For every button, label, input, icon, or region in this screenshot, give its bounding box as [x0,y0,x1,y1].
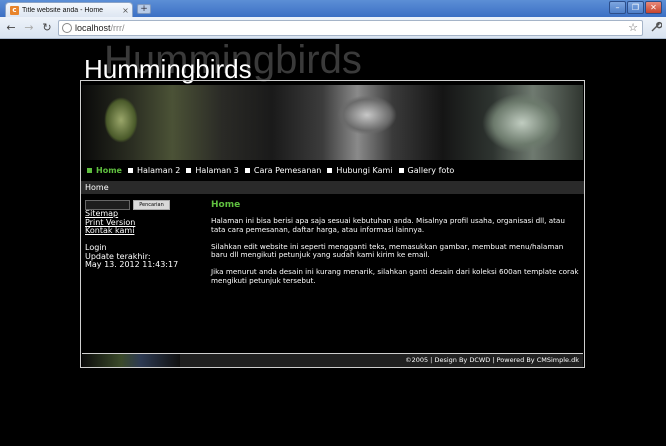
bullet-icon [186,168,192,173]
main-menu: Home Halaman 2 Halaman 3 Cara Pemesanan … [82,163,583,178]
url-path: /rrr/ [110,23,125,33]
content-paragraph: Halaman ini bisa berisi apa saja sesuai … [211,216,565,234]
menu-item-hubungi-kami[interactable]: Hubungi Kami [327,166,393,175]
bullet-icon [87,168,92,173]
menu-item-label: Halaman 3 [195,166,239,175]
maximize-button[interactable]: ❐ [627,1,644,14]
menu-item-halaman-2[interactable]: Halaman 2 [127,166,181,175]
breadcrumb-label: Home [85,183,109,192]
address-bar[interactable]: localhost/rrr/ ☆ [58,20,643,36]
minimize-button[interactable]: – [609,1,626,14]
globe-icon [62,23,72,33]
close-tab-icon[interactable]: × [121,6,130,15]
page-title: Home [211,200,241,210]
hummingbird-image-3 [482,93,562,153]
browser-toolbar: ← → ↻ localhost/rrr/ ☆ [0,17,666,39]
sidebar-links: Sitemap Print Version Kontak kami [85,209,135,236]
bookmark-star-icon[interactable]: ☆ [628,21,638,35]
hummingbird-image-2 [337,95,397,135]
menu-item-label: Cara Pemesanan [253,166,322,175]
menu-item-home[interactable]: Home [87,166,122,175]
breadcrumb: Home [81,181,584,194]
close-window-button[interactable]: ✕ [645,1,662,14]
menu-item-label: Halaman 2 [136,166,181,175]
reload-icon[interactable]: ↻ [40,21,54,35]
sidebar-info: Login Update terakhir: May 13. 2012 11:4… [85,243,179,270]
footer-flower-image [82,354,180,367]
browser-titlebar: c Title website anda - Home × + – ❐ ✕ [0,0,666,17]
bullet-icon [327,168,333,173]
favicon-icon: c [10,5,19,15]
bullet-icon [244,168,250,173]
menu-item-gallery-foto[interactable]: Gallery foto [398,166,455,175]
search-button[interactable]: Pencarian [133,200,170,210]
new-tab-button[interactable]: + [137,4,151,14]
forward-icon[interactable]: → [22,21,36,35]
last-update-date: May 13. 2012 11:43:17 [85,260,179,269]
kontak-kami-link[interactable]: Kontak kami [85,226,135,236]
back-icon[interactable]: ← [4,21,18,35]
menu-item-cara-pemesanan[interactable]: Cara Pemesanan [244,166,322,175]
menu-item-halaman-3[interactable]: Halaman 3 [186,166,239,175]
wrench-icon[interactable] [651,21,663,35]
menu-item-label: Home [96,166,122,175]
content-paragraph: Silahkan edit website ini seperti mengga… [211,241,564,260]
url-text: localhost/rrr/ [75,23,125,33]
url-host: localhost [75,23,111,33]
page-footer: ©2005 | Design By DCWD | Powered By CMSi… [82,353,583,367]
content-paragraph: Jika menurut anda desain ini kurang mena… [211,267,579,285]
bullet-icon [398,168,404,173]
browser-tab[interactable]: c Title website anda - Home × [5,2,133,17]
menu-item-label: Hubungi Kami [336,166,393,175]
hummingbird-image-1 [104,97,138,143]
window-controls: – ❐ ✕ [609,1,662,14]
header-banner-image [82,85,583,160]
bullet-icon [127,168,133,173]
tab-title: Title website anda - Home [22,6,104,14]
main-content: Home Halaman ini bisa berisi apa saja se… [211,200,579,294]
footer-credits: ©2005 | Design By DCWD | Powered By CMSi… [405,356,579,364]
menu-item-label: Gallery foto [407,166,455,175]
